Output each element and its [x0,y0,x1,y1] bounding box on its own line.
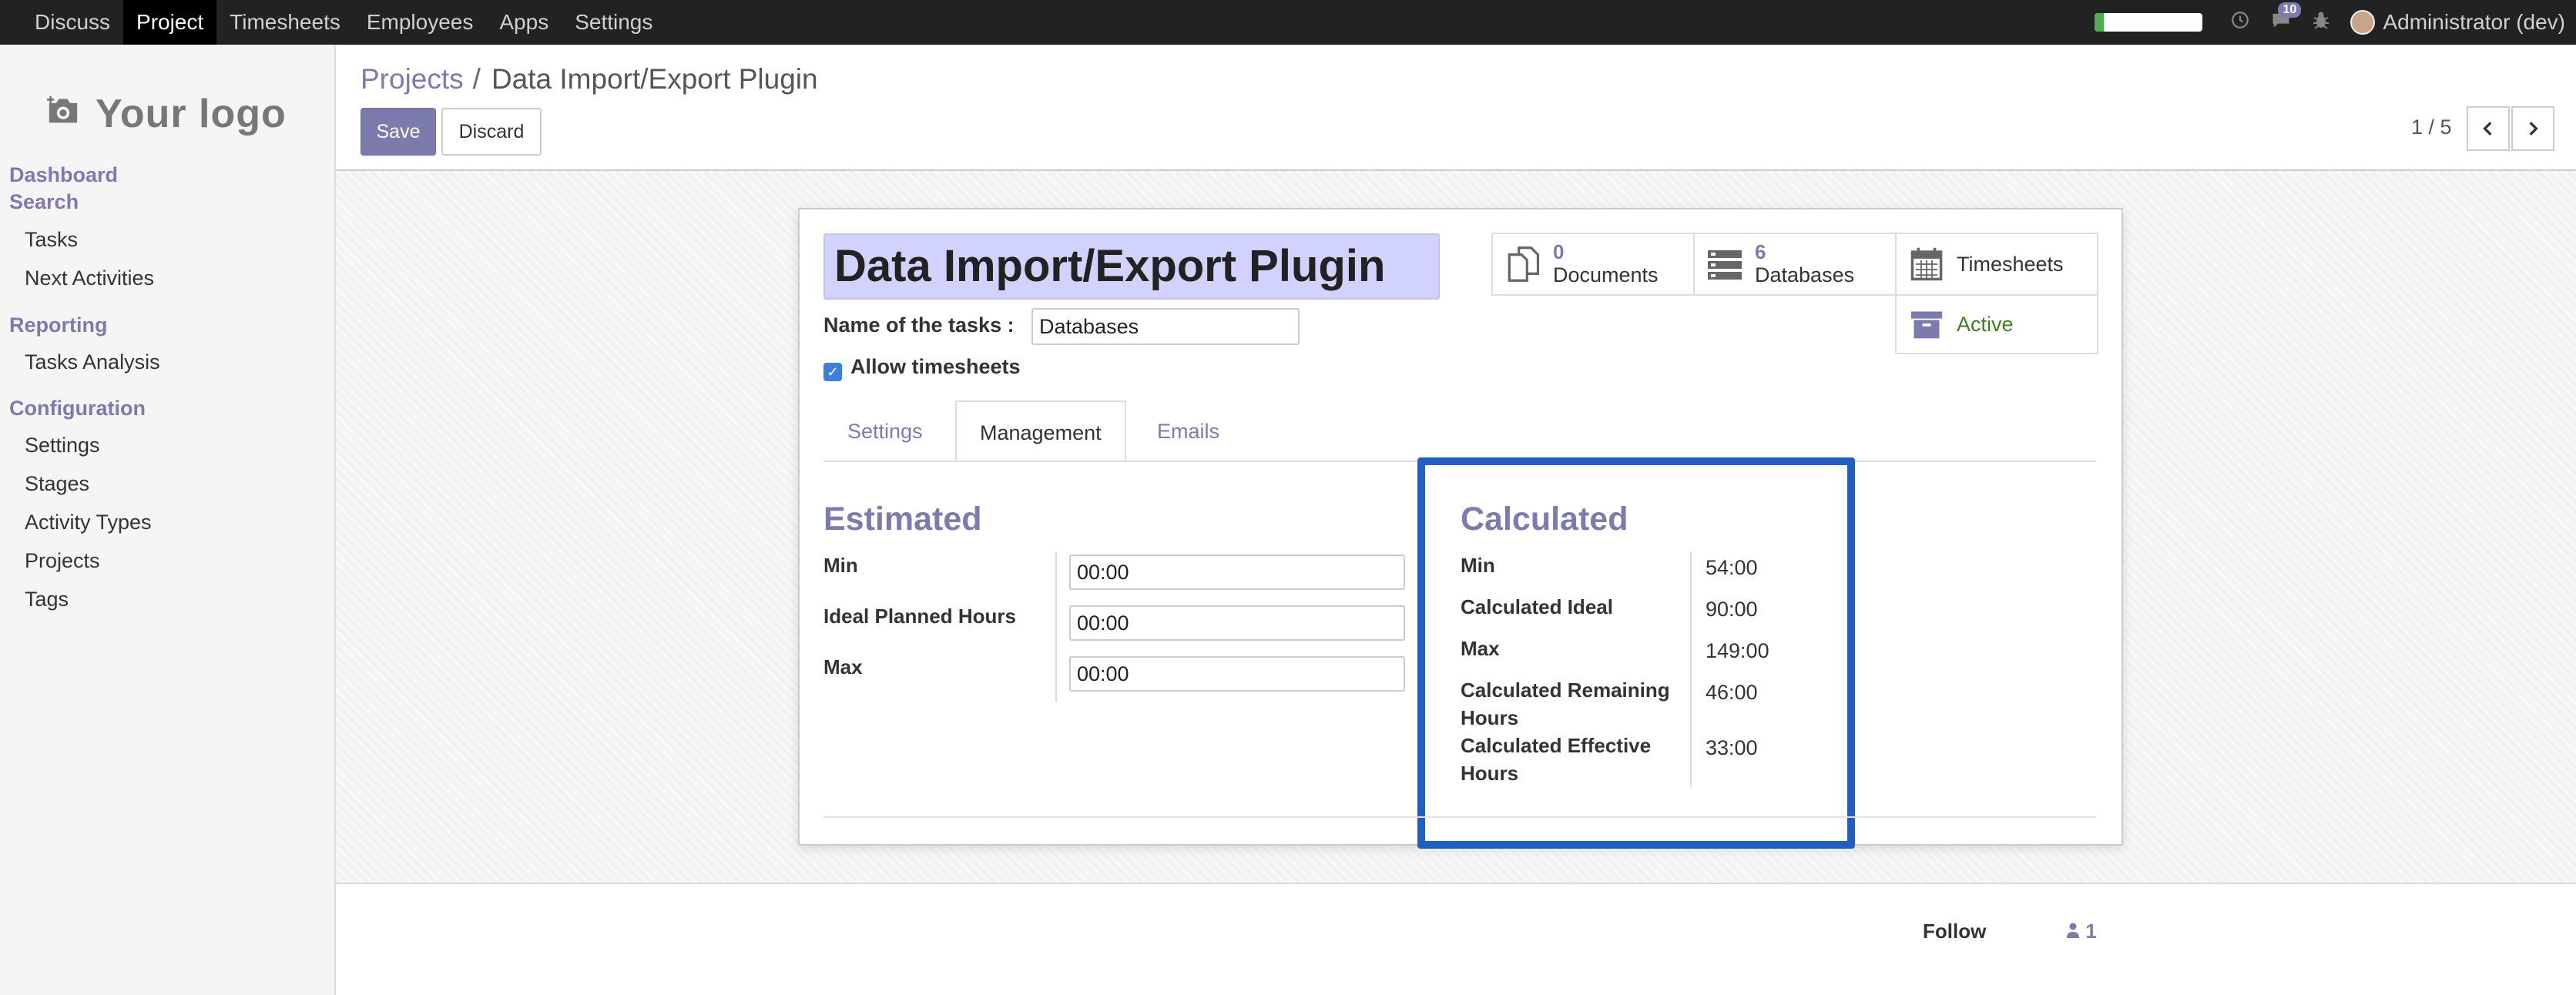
sidebar-item-activity-types[interactable]: Activity Types [25,511,152,534]
clock-icon[interactable] [2230,10,2250,35]
databases-count: 6 [1755,240,1766,263]
sidebar-item-tasks[interactable]: Tasks [25,228,78,252]
progress-indicator[interactable] [2095,13,2203,32]
calendar-icon [1907,245,1946,283]
estimated-ideal-input[interactable]: 00:00 [1069,605,1405,641]
logo-text: Your logo [96,92,287,136]
allow-timesheets-label: Allow timesheets [850,355,1021,378]
sidebar-item-tasks-analysis[interactable]: Tasks Analysis [25,350,160,374]
nav-settings[interactable]: Settings [562,0,666,45]
documents-stat-button[interactable]: 0 Documents [1491,233,1695,296]
follow-button[interactable]: Follow [1923,920,1986,943]
chatter [336,883,2576,995]
estimated-ideal-label: Ideal Planned Hours [823,605,1016,628]
followers-button[interactable]: 1 [2066,920,2097,943]
databases-stat-button[interactable]: 6 Databases [1693,233,1897,296]
active-toggle-button[interactable]: Active [1895,294,2098,354]
user-icon [2067,923,2079,938]
estimated-group-title: Estimated [823,501,982,538]
chevron-left-icon [2483,122,2492,136]
tab-settings[interactable]: Settings [824,400,946,462]
timesheets-stat-button[interactable]: Timesheets [1895,233,2098,296]
sidebar-item-settings[interactable]: Settings [25,434,100,457]
documents-icon [1504,245,1542,283]
documents-label: Documents [1553,263,1659,286]
control-panel: Projects / Data Import/Export Plugin Save … [336,45,2576,171]
sidebar-heading-configuration[interactable]: Configuration [9,397,146,420]
pager-previous-button[interactable] [2467,106,2510,151]
sidebar-heading-dashboard[interactable]: Dashboard [9,163,118,187]
pager-next-button[interactable] [2511,106,2554,151]
discard-button[interactable]: Discard [441,108,542,156]
sheet-divider [823,816,2096,818]
progress-fill [2095,13,2104,32]
databases-label: Databases [1755,263,1855,286]
nav-discuss[interactable]: Discuss [22,0,123,45]
sidebar-item-next-activities[interactable]: Next Activities [25,266,154,290]
estimated-min-label: Min [823,554,858,577]
top-navbar: Discuss Project Timesheets Employees App… [0,0,2576,45]
estimated-divider [1055,551,1057,702]
pager-value[interactable]: 1 / 5 [2411,116,2452,139]
nav-apps[interactable]: Apps [486,0,562,45]
sidebar-item-projects[interactable]: Projects [25,549,100,573]
sidebar-item-stages[interactable]: Stages [25,472,89,496]
archive-icon [1907,305,1946,343]
followers-count: 1 [2085,920,2097,943]
sidebar-heading-search[interactable]: Search [9,190,79,214]
nav-timesheets[interactable]: Timesheets [216,0,354,45]
sidebar: Your logo Dashboard Search Tasks Next Ac… [0,45,336,995]
tasks-name-input[interactable]: Databases [1031,308,1300,345]
company-logo[interactable]: Your logo [46,79,293,149]
breadcrumb-current: Data Import/Export Plugin [491,63,818,95]
calculated-highlight-box [1417,457,1855,849]
estimated-max-label: Max [823,655,863,678]
active-status-label: Active [1957,313,2014,336]
chat-icon[interactable]: 10 [2270,2,2302,35]
documents-count: 0 [1553,240,1565,263]
breadcrumb-separator: / [472,63,481,95]
avatar[interactable] [2350,10,2376,35]
camera-icon [46,95,80,134]
tasks-label: Name of the tasks : [823,313,1015,337]
chevron-right-icon [2529,122,2538,136]
databases-icon [1706,245,1744,283]
allow-timesheets-checkbox[interactable]: ✓ [823,363,842,381]
app-menu: Discuss Project Timesheets Employees App… [0,0,666,45]
estimated-min-input[interactable]: 00:00 [1069,554,1405,590]
sidebar-item-tags[interactable]: Tags [25,588,69,611]
tab-emails[interactable]: Emails [1134,400,1243,462]
timesheets-label: Timesheets [1957,253,2064,276]
tab-management[interactable]: Management [955,400,1126,462]
estimated-max-input[interactable]: 00:00 [1069,656,1405,692]
project-name-input[interactable]: Data Import/Export Plugin [823,233,1440,300]
breadcrumb-projects[interactable]: Projects [361,63,464,95]
nav-project[interactable]: Project [123,0,217,45]
nav-employees[interactable]: Employees [354,0,487,45]
breadcrumb: Projects / Data Import/Export Plugin [361,63,818,95]
systray: 10 Administrator (dev) [2095,0,2576,45]
save-button[interactable]: Save [361,108,436,156]
messages-badge: 10 [2278,2,2302,18]
user-menu[interactable]: Administrator (dev) [2383,10,2576,35]
bug-icon[interactable] [2312,10,2330,35]
sidebar-heading-reporting[interactable]: Reporting [9,313,108,337]
